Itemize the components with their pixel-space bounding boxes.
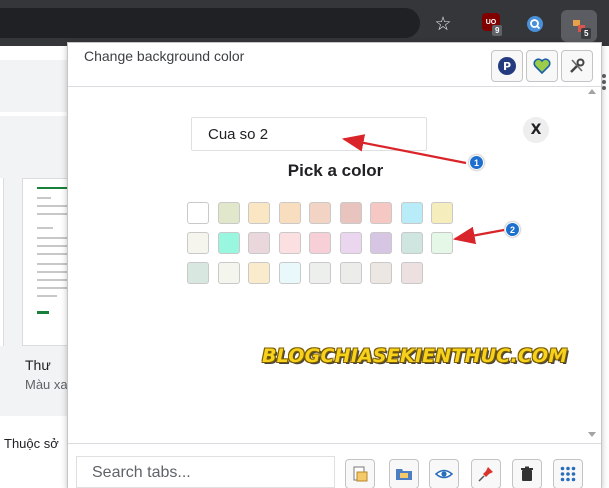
color-swatch[interactable] (400, 202, 423, 224)
address-bar[interactable] (0, 8, 420, 38)
color-swatch[interactable] (217, 232, 240, 254)
color-swatch[interactable] (187, 202, 209, 224)
grid-icon (560, 466, 576, 482)
color-swatch[interactable] (217, 262, 240, 284)
color-swatch[interactable] (431, 232, 453, 254)
color-swatch[interactable] (339, 232, 362, 254)
pick-color-title: Pick a color (287, 161, 384, 180)
tab-count-badge: 5 (581, 28, 592, 39)
popup-header: Change background color P (68, 43, 601, 87)
browser-toolbar: ☆ UO 9 5 (0, 0, 609, 46)
color-swatch[interactable] (400, 262, 423, 284)
color-swatch[interactable] (187, 262, 209, 284)
trash-icon (521, 466, 533, 481)
grid-view-button[interactable] (553, 459, 583, 488)
color-picker-panel: Cua so 2 X Pick a color 1 2 BLOGCHIASEKI… (68, 87, 601, 443)
search-tabs-input[interactable]: Search tabs... (76, 456, 335, 488)
color-swatch[interactable] (248, 262, 270, 284)
color-swatch[interactable] (339, 262, 362, 284)
color-swatch[interactable] (370, 262, 392, 284)
section-label: Thuộc sở (4, 436, 59, 451)
background-strip (0, 60, 70, 112)
pin-icon (478, 467, 493, 482)
color-swatch[interactable] (248, 202, 270, 224)
close-button[interactable]: X (523, 117, 549, 143)
color-swatch[interactable] (278, 202, 301, 224)
delete-button[interactable] (512, 459, 542, 488)
popup-title: Change background color (84, 48, 245, 64)
doc-subtitle: Màu xa (25, 377, 68, 392)
doc-thumbnail-edge (0, 178, 4, 346)
svg-text:P: P (503, 60, 511, 73)
color-swatch[interactable] (309, 262, 331, 284)
extension-popup: Change background color P Cua so 2 X Pic… (67, 42, 602, 488)
doc-thumbnail[interactable] (22, 178, 70, 346)
eye-button[interactable] (429, 459, 459, 488)
scrollbar[interactable] (584, 87, 601, 443)
settings-button[interactable] (561, 50, 593, 82)
tab-name-input[interactable]: Cua so 2 (191, 117, 427, 151)
color-swatch[interactable] (278, 232, 301, 254)
ublock-badge: 9 (492, 25, 503, 36)
tab-manager-extension-icon[interactable]: 5 (561, 10, 597, 42)
search-extension-icon[interactable] (524, 13, 546, 35)
bookmark-star-icon[interactable]: ☆ (432, 13, 454, 35)
color-swatch[interactable] (187, 232, 209, 254)
tab-name-value: Cua so 2 (208, 126, 269, 143)
tools-icon (570, 58, 585, 73)
color-swatch[interactable] (278, 262, 301, 284)
eye-icon (435, 469, 453, 479)
heart-icon (533, 58, 551, 75)
color-swatch[interactable] (309, 232, 331, 254)
paypal-button[interactable]: P (491, 50, 523, 82)
scroll-up-arrow[interactable] (588, 89, 596, 94)
color-swatch[interactable] (217, 202, 240, 224)
color-swatch[interactable] (248, 232, 270, 254)
color-swatch[interactable] (309, 202, 331, 224)
pin-button[interactable] (471, 459, 501, 488)
ublock-extension-icon[interactable]: UO 9 (482, 13, 503, 36)
color-swatch[interactable] (370, 202, 392, 224)
open-folder-button[interactable] (389, 459, 419, 488)
popup-footer: Search tabs... (68, 443, 601, 488)
open-folder-icon (396, 469, 412, 480)
paypal-icon: P (498, 57, 516, 75)
save-session-icon (353, 466, 368, 482)
scroll-down-arrow[interactable] (588, 432, 596, 437)
watermark: BLOGCHIASEKIENTHUC.COM (262, 345, 568, 367)
annotation-badge-2: 2 (505, 222, 520, 237)
doc-title: Thư (25, 357, 51, 373)
rate-button[interactable] (526, 50, 558, 82)
save-session-button[interactable] (345, 459, 375, 488)
color-swatch[interactable] (339, 202, 362, 224)
color-swatch[interactable] (400, 232, 423, 254)
color-swatch[interactable] (431, 202, 453, 224)
annotation-badge-1: 1 (469, 155, 484, 170)
arrow-2 (452, 226, 505, 245)
color-swatch[interactable] (370, 232, 392, 254)
